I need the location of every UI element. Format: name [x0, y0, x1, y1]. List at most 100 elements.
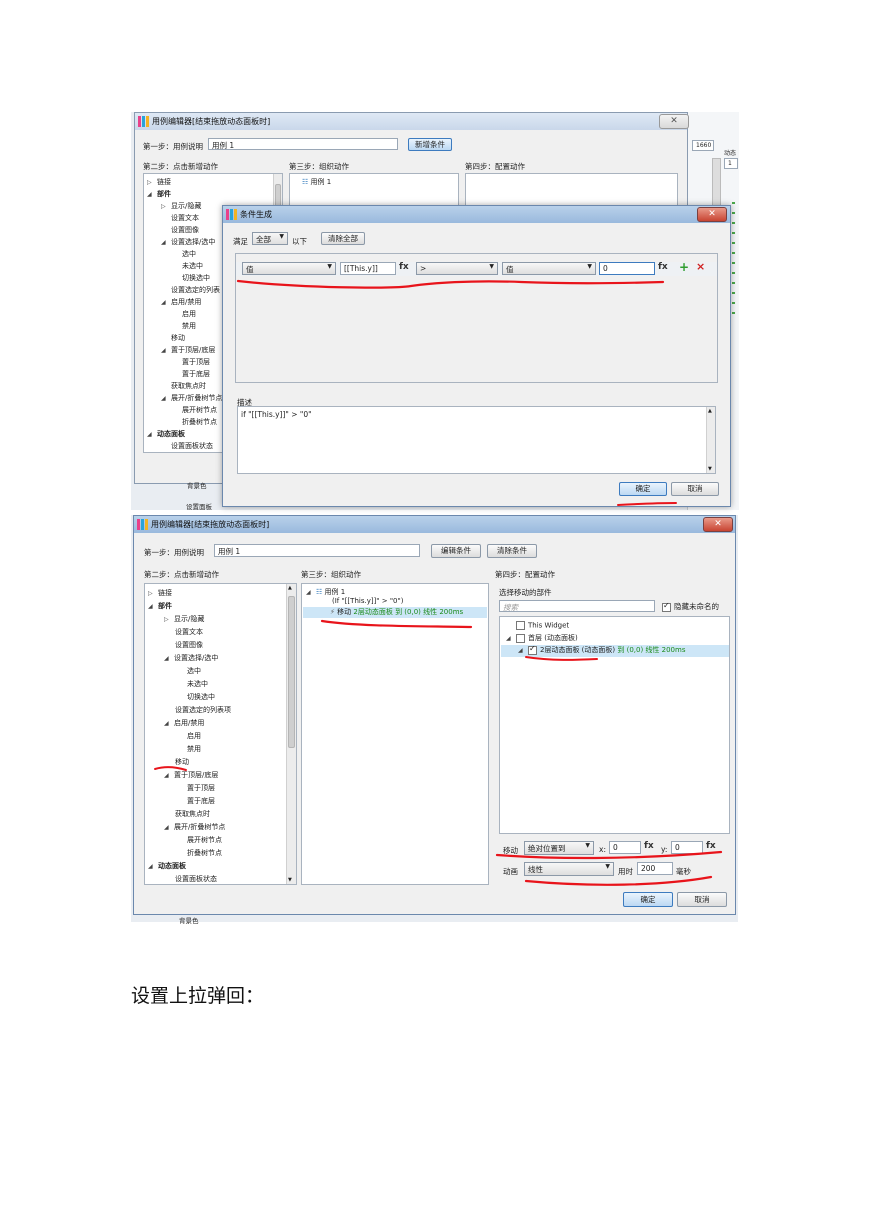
screenshot-2: 用例编辑器[结束拖放动态面板时] ✕ 第一步：用例说明 用例 1 编辑条件 清除…	[131, 515, 738, 925]
tree-item[interactable]: 选中	[182, 249, 196, 259]
duration-input[interactable]: 200	[637, 862, 673, 875]
widget-item-selected[interactable]: ◢ ✓ 2层动态面板 (动态面板) 到 (0,0) 线性 200ms	[501, 643, 729, 657]
anim-select[interactable]: 线性 ▼	[524, 862, 614, 876]
right-value-input[interactable]: 0	[599, 262, 655, 275]
tree-item[interactable]: ▷ 链接	[148, 588, 172, 598]
description-box: if "[[This.y]]" > "0" ▲ ▼	[237, 406, 716, 474]
tree-item[interactable]: ◢ 动态面板	[147, 429, 185, 439]
case-item[interactable]: ◢ ☷ 用例 1	[306, 587, 345, 597]
tree-item[interactable]: 置于顶层	[187, 783, 215, 793]
remove-icon[interactable]: ×	[696, 260, 705, 273]
tree-item[interactable]: ◢ 设置选择/选中	[164, 653, 218, 663]
tree-item[interactable]: 设置选定的列表项	[175, 705, 231, 715]
tree-item[interactable]: 设置文本	[171, 213, 199, 223]
tree-item[interactable]: 移动	[171, 333, 185, 343]
caption: 设置上拉弹回：	[131, 985, 265, 1007]
tree-item[interactable]: ◢ 启用/禁用	[164, 718, 204, 728]
tree-item[interactable]: 置于底层	[187, 796, 215, 806]
tree-item[interactable]: 禁用	[187, 744, 201, 754]
tree-item[interactable]: 展开树节点	[182, 405, 217, 415]
chevron-down-icon: ▼	[605, 863, 610, 870]
add-icon[interactable]: +	[679, 260, 689, 274]
tree-item[interactable]: 禁用	[182, 321, 196, 331]
x-input[interactable]: 0	[609, 841, 641, 854]
widget-item[interactable]: ◢ 首层 (动态面板)	[506, 633, 578, 643]
tree-item[interactable]: ◢ 置于顶层/底层	[164, 770, 218, 780]
tree-item[interactable]: 未选中	[187, 679, 208, 689]
tree-item[interactable]: 启用	[187, 731, 201, 741]
search-input[interactable]: 搜索	[499, 600, 655, 612]
tree-item[interactable]: 切换选中	[187, 692, 215, 702]
tree-item[interactable]: 设置图像	[171, 225, 199, 235]
right-fx-button[interactable]: fx	[658, 262, 668, 272]
tree-item[interactable]: 展开树节点	[187, 835, 222, 845]
tree-item[interactable]: 折叠树节点	[187, 848, 222, 858]
tree-item[interactable]: ▷ 链接	[147, 177, 171, 187]
condition-rows-panel: 值 ▼ [[This.y]] fx > ▼ 值 ▼ 0 fx + ×	[235, 253, 718, 383]
clear-condition-button[interactable]: 清除条件	[487, 544, 537, 558]
ok-button[interactable]: 确定	[619, 482, 667, 496]
widget-item[interactable]: This Widget	[516, 621, 569, 630]
tree-item[interactable]: 设置面板状态	[175, 874, 217, 884]
cancel-button[interactable]: 取消	[677, 892, 727, 907]
y-input[interactable]: 0	[671, 841, 703, 854]
tree-item[interactable]: ◢ 动态面板	[148, 861, 186, 871]
action-item[interactable]: ⚡ 移动 2层动态面板 到 (0,0) 线性 200ms	[303, 607, 487, 618]
organize-actions-panel: ◢ ☷ 用例 1 (If "[[This.y]]" > "0") ⚡ 移动 2层动…	[301, 583, 489, 885]
tree-item[interactable]: ◢ 部件	[147, 189, 171, 199]
cancel-button[interactable]: 取消	[671, 482, 719, 496]
tree-item[interactable]: ◢ 展开/折叠树节点	[164, 822, 225, 832]
tree-item[interactable]: ◢ 置于顶层/底层	[161, 345, 215, 355]
left-fx-button[interactable]: fx	[399, 262, 409, 272]
tree-item[interactable]: 折叠树节点	[182, 417, 217, 427]
tree-item[interactable]: 启用	[182, 309, 196, 319]
tree-item[interactable]: 切换选中	[182, 273, 210, 283]
tree-item-move[interactable]: 移动	[175, 757, 189, 767]
tree-item[interactable]: 获取焦点时	[171, 381, 206, 391]
chevron-down-icon: ▼	[327, 263, 332, 270]
tree-item[interactable]: 置于底层	[182, 369, 210, 379]
check-icon: ✓	[528, 643, 537, 655]
chevron-down-icon: ▼	[585, 842, 590, 849]
partial-bg-text: 背景色	[187, 482, 207, 490]
tree-item[interactable]: 设置文本	[175, 627, 203, 637]
tree-item[interactable]: ◢ 设置选择/选中	[161, 237, 215, 247]
tree-scrollbar[interactable]: ▲ ▼	[286, 584, 296, 884]
tree-item[interactable]: 选中	[187, 666, 201, 676]
tree-item[interactable]: ◢ 展开/折叠树节点	[161, 393, 222, 403]
case-name-input[interactable]: 用例 1	[208, 138, 398, 150]
lightning-icon: ⚡	[330, 608, 335, 616]
tree-item[interactable]: 设置选定的列表	[171, 285, 220, 295]
right-type-select[interactable]: 值 ▼	[502, 262, 596, 275]
clear-all-button[interactable]: 清除全部	[321, 232, 365, 245]
ok-button[interactable]: 确定	[623, 892, 673, 907]
x-fx-button[interactable]: fx	[644, 841, 654, 851]
tree-item[interactable]: ▷ 显示/隐藏	[164, 614, 204, 624]
close-button[interactable]: ✕	[659, 114, 689, 129]
tree-item[interactable]: 设置图像	[175, 640, 203, 650]
left-type-select[interactable]: 值 ▼	[242, 262, 336, 275]
add-condition-button[interactable]: 新增条件	[408, 138, 452, 151]
operator-select[interactable]: > ▼	[416, 262, 498, 275]
tree-item[interactable]: 设置面板状态	[171, 441, 213, 451]
case-item[interactable]: ☷ 用例 1	[302, 177, 331, 187]
tree-item[interactable]: ◢ 启用/禁用	[161, 297, 201, 307]
tree-item[interactable]: 置于顶层	[182, 357, 210, 367]
left-value-input[interactable]: [[This.y]]	[340, 262, 396, 275]
tree-item[interactable]: ◢ 部件	[148, 601, 172, 611]
case-name-input[interactable]: 用例 1	[214, 544, 420, 557]
condition-titlebar: 条件生成 ✕	[223, 206, 730, 223]
hide-unnamed-checkbox[interactable]: ✓ 隐藏未命名的	[662, 601, 719, 612]
description-scrollbar[interactable]: ▲ ▼	[706, 407, 715, 473]
widget-list-panel: This Widget ◢ 首层 (动态面板) ◢ ✓ 2层动态面板 (动态面板) 到…	[499, 616, 730, 834]
y-fx-button[interactable]: fx	[706, 841, 716, 851]
tree-item[interactable]: 未选中	[182, 261, 203, 271]
move-type-select[interactable]: 绝对位置到 ▼	[524, 841, 594, 855]
tree-item[interactable]: ▷ 显示/隐藏	[161, 201, 201, 211]
tree-item[interactable]: 获取焦点时	[175, 809, 210, 819]
edit-condition-button[interactable]: 编辑条件	[431, 544, 481, 558]
background-value-1: 1660	[692, 140, 714, 151]
close-button[interactable]: ✕	[703, 517, 733, 532]
close-button[interactable]: ✕	[697, 207, 727, 222]
satisfy-select[interactable]: 全部 ▼	[252, 232, 288, 245]
